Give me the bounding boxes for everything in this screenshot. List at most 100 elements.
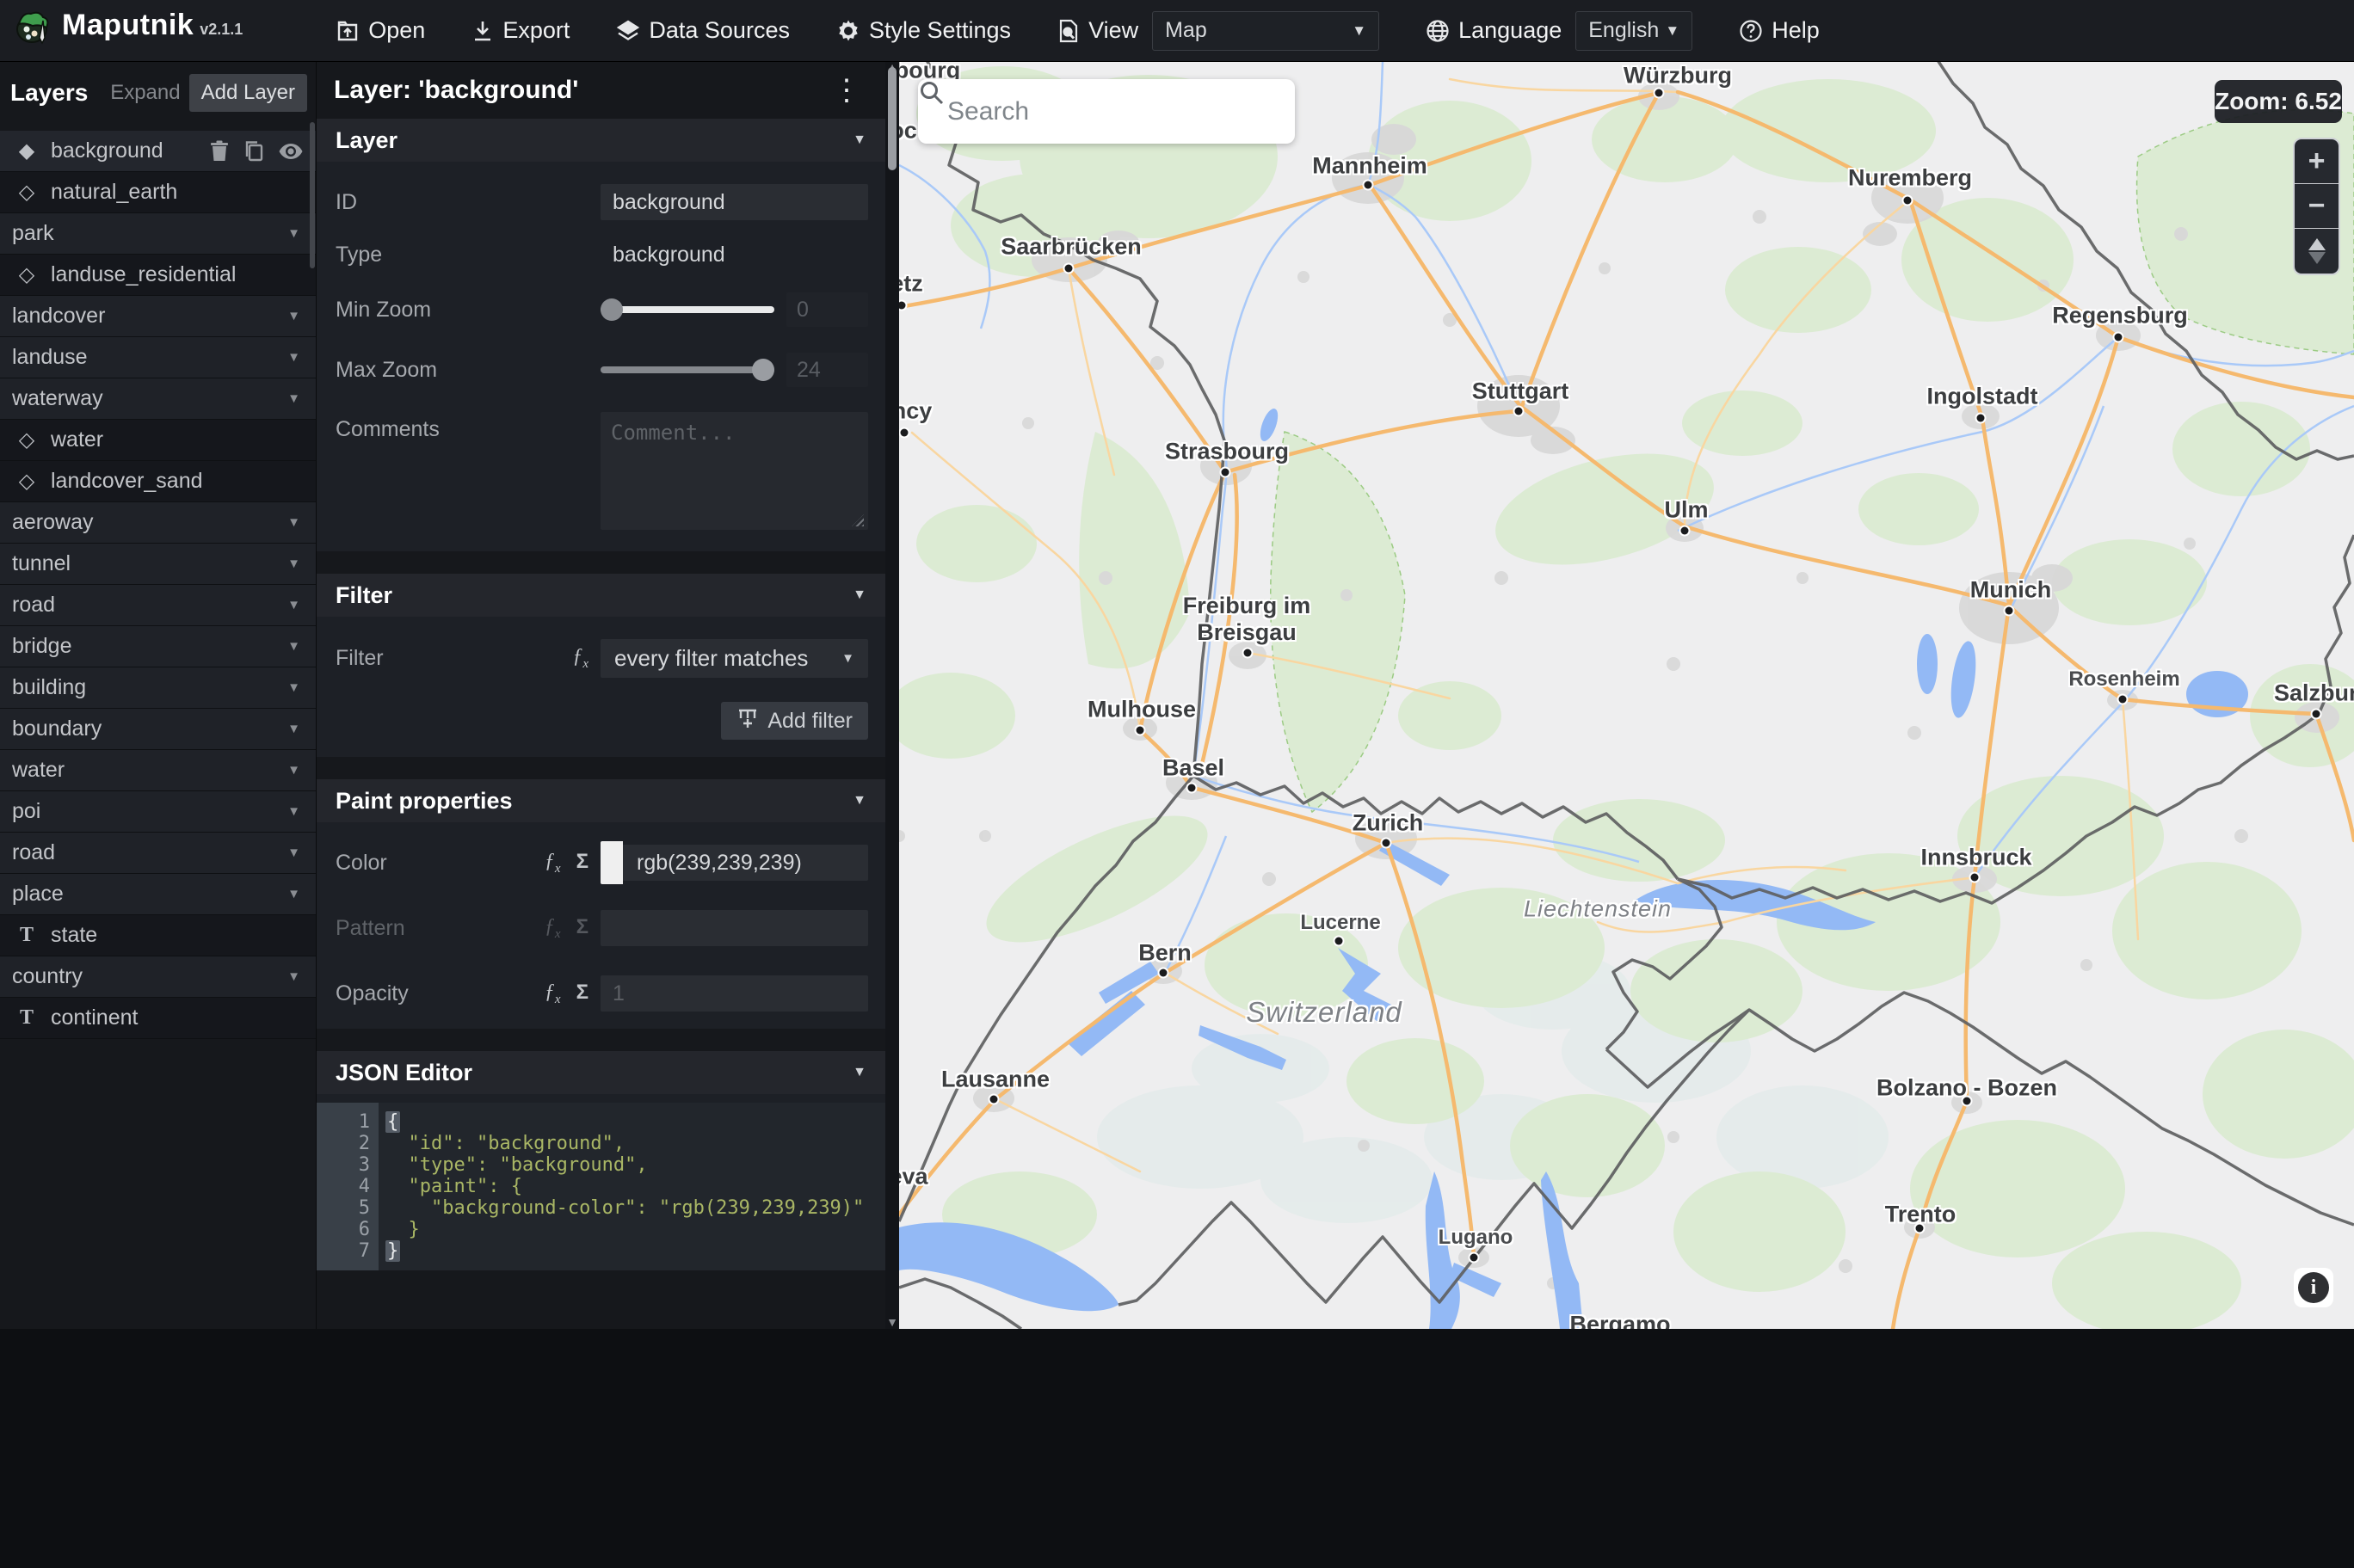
expression-icon[interactable]: ƒx — [545, 850, 561, 876]
chevron-down-icon[interactable]: ▼ — [287, 887, 300, 901]
data-function-icon[interactable]: Σ — [576, 850, 588, 876]
layer-group-boundary[interactable]: boundary ▼ — [0, 709, 316, 750]
map-canvas[interactable] — [899, 62, 2354, 1329]
layer-item-landuse_residential[interactable]: ◇ landuse_residential — [0, 255, 316, 296]
duplicate-layer-icon[interactable] — [243, 140, 264, 163]
section-filter-header[interactable]: Filter ▼ — [317, 574, 885, 617]
chevron-down-icon[interactable]: ▼ — [287, 226, 300, 241]
style-settings-button[interactable]: Style Settings — [836, 17, 1011, 44]
section-paint-header[interactable]: Paint properties ▼ — [317, 779, 885, 822]
expression-icon: ƒx — [544, 914, 561, 941]
expression-icon[interactable]: ƒx — [545, 981, 561, 1007]
layer-group-country[interactable]: country ▼ — [0, 956, 316, 998]
editor-scrollbar[interactable]: ▲ ▼ — [885, 60, 899, 1329]
chevron-down-icon[interactable]: ▼ — [287, 680, 300, 695]
layer-group-water[interactable]: water ▼ — [0, 750, 316, 791]
delete-layer-icon[interactable] — [209, 140, 230, 163]
chevron-down-icon[interactable]: ▼ — [287, 639, 300, 654]
comments-textarea[interactable] — [601, 412, 868, 530]
color-swatch[interactable] — [601, 841, 623, 884]
max-zoom-value[interactable]: 24 — [786, 353, 868, 387]
help-button[interactable]: Help — [1739, 17, 1820, 44]
export-button[interactable]: Export — [471, 17, 570, 44]
layer-item-state[interactable]: Tstate — [0, 915, 316, 956]
opacity-input[interactable] — [601, 975, 868, 1012]
zoom-level-badge: Zoom: 6.52 — [2215, 80, 2342, 123]
expression-icon[interactable]: ƒx — [572, 645, 588, 672]
layers-scrollbar[interactable] — [310, 122, 315, 268]
map-search-box[interactable] — [918, 79, 1295, 144]
layer-item-water[interactable]: ◇ water — [0, 420, 316, 461]
data-function-icon[interactable]: Σ — [576, 981, 588, 1007]
search-input[interactable] — [947, 96, 1279, 126]
json-code[interactable]: { "id": "background", "type": "backgroun… — [379, 1103, 885, 1270]
layer-label: bridge — [12, 634, 72, 658]
layer-group-bridge[interactable]: bridge ▼ — [0, 626, 316, 667]
language-label: Language — [1426, 17, 1562, 44]
view-select[interactable]: Map ▼ — [1152, 10, 1380, 51]
layer-group-landcover[interactable]: landcover ▼ — [0, 296, 316, 337]
export-icon — [471, 19, 494, 43]
compass-button[interactable] — [2295, 229, 2339, 274]
layer-group-poi[interactable]: poi ▼ — [0, 791, 316, 833]
layer-group-landuse[interactable]: landuse ▼ — [0, 337, 316, 378]
layer-label: landcover — [12, 304, 106, 328]
chevron-down-icon[interactable]: ▼ — [287, 845, 300, 860]
top-bar: Maputnik v2.1.1 Open Export Data Sources… — [0, 0, 2354, 62]
map-viewport[interactable]: Würzburg Mannheim Nuremberg Saarbrücken Rege… — [899, 62, 2354, 1329]
layer-group-place[interactable]: place ▼ — [0, 874, 316, 915]
layer-item-background[interactable]: ◆ background — [0, 131, 316, 172]
chevron-down-icon[interactable]: ▼ — [287, 556, 300, 571]
chevron-down-icon[interactable]: ▼ — [287, 763, 300, 778]
layer-item-natural_earth[interactable]: ◇ natural_earth — [0, 172, 316, 213]
zoom-out-button[interactable]: − — [2295, 184, 2339, 229]
color-input[interactable] — [601, 845, 868, 881]
chevron-down-icon[interactable]: ▼ — [287, 309, 300, 323]
data-sources-button[interactable]: Data Sources — [616, 17, 790, 44]
layer-item-landcover_sand[interactable]: ◇ landcover_sand — [0, 461, 316, 502]
layer-group-road[interactable]: road ▼ — [0, 585, 316, 626]
section-json-header[interactable]: JSON Editor ▼ — [317, 1051, 885, 1094]
chevron-down-icon[interactable]: ▼ — [287, 515, 300, 530]
section-layer-body: ID Type background Min Zoom 0 Max Zoom — [317, 162, 885, 551]
json-line-number: 7 — [358, 1240, 370, 1262]
scroll-down-icon[interactable]: ▼ — [885, 1315, 899, 1329]
scrollbar-thumb[interactable] — [888, 67, 897, 170]
field-id: ID — [317, 184, 885, 220]
add-filter-button[interactable]: Add filter — [721, 702, 868, 740]
pattern-input[interactable] — [601, 910, 868, 946]
json-editor[interactable]: 1234567 { "id": "background", "type": "b… — [317, 1103, 885, 1270]
chevron-down-icon[interactable]: ▼ — [287, 722, 300, 736]
attribution-info-button[interactable]: i — [2294, 1268, 2333, 1307]
layer-label: boundary — [12, 716, 102, 741]
layer-label: road — [12, 593, 56, 617]
layer-group-waterway[interactable]: waterway ▼ — [0, 378, 316, 420]
id-input[interactable] — [601, 184, 868, 220]
min-zoom-value[interactable]: 0 — [786, 292, 868, 327]
max-zoom-slider[interactable] — [601, 352, 774, 388]
layer-label: background — [51, 138, 163, 163]
expand-button[interactable]: Expand — [102, 74, 188, 112]
visibility-icon[interactable] — [278, 142, 304, 161]
chevron-down-icon[interactable]: ▼ — [287, 804, 300, 819]
zoom-in-button[interactable]: + — [2295, 139, 2339, 184]
layer-group-tunnel[interactable]: tunnel ▼ — [0, 544, 316, 585]
layer-group-building[interactable]: building ▼ — [0, 667, 316, 709]
layer-group-aeroway[interactable]: aeroway ▼ — [0, 502, 316, 544]
open-button[interactable]: Open — [336, 17, 425, 44]
section-layer-header[interactable]: Layer ▼ — [317, 119, 885, 162]
chevron-down-icon[interactable]: ▼ — [287, 350, 300, 365]
layer-group-park[interactable]: park ▼ — [0, 213, 316, 255]
filter-combinator-select[interactable]: every filter matches ▼ — [601, 639, 868, 678]
kebab-menu-icon[interactable]: ⋮ — [825, 76, 868, 105]
min-zoom-slider[interactable] — [601, 292, 774, 328]
chevron-down-icon[interactable]: ▼ — [287, 598, 300, 612]
layer-group-road[interactable]: road ▼ — [0, 833, 316, 874]
layer-item-continent[interactable]: Tcontinent — [0, 998, 316, 1039]
chevron-down-icon: ▼ — [853, 793, 866, 808]
chevron-down-icon[interactable]: ▼ — [287, 969, 300, 984]
add-layer-button[interactable]: Add Layer — [188, 74, 307, 112]
layer-label: continent — [51, 1005, 139, 1030]
chevron-down-icon[interactable]: ▼ — [287, 391, 300, 406]
language-select[interactable]: English ▼ — [1575, 10, 1693, 51]
